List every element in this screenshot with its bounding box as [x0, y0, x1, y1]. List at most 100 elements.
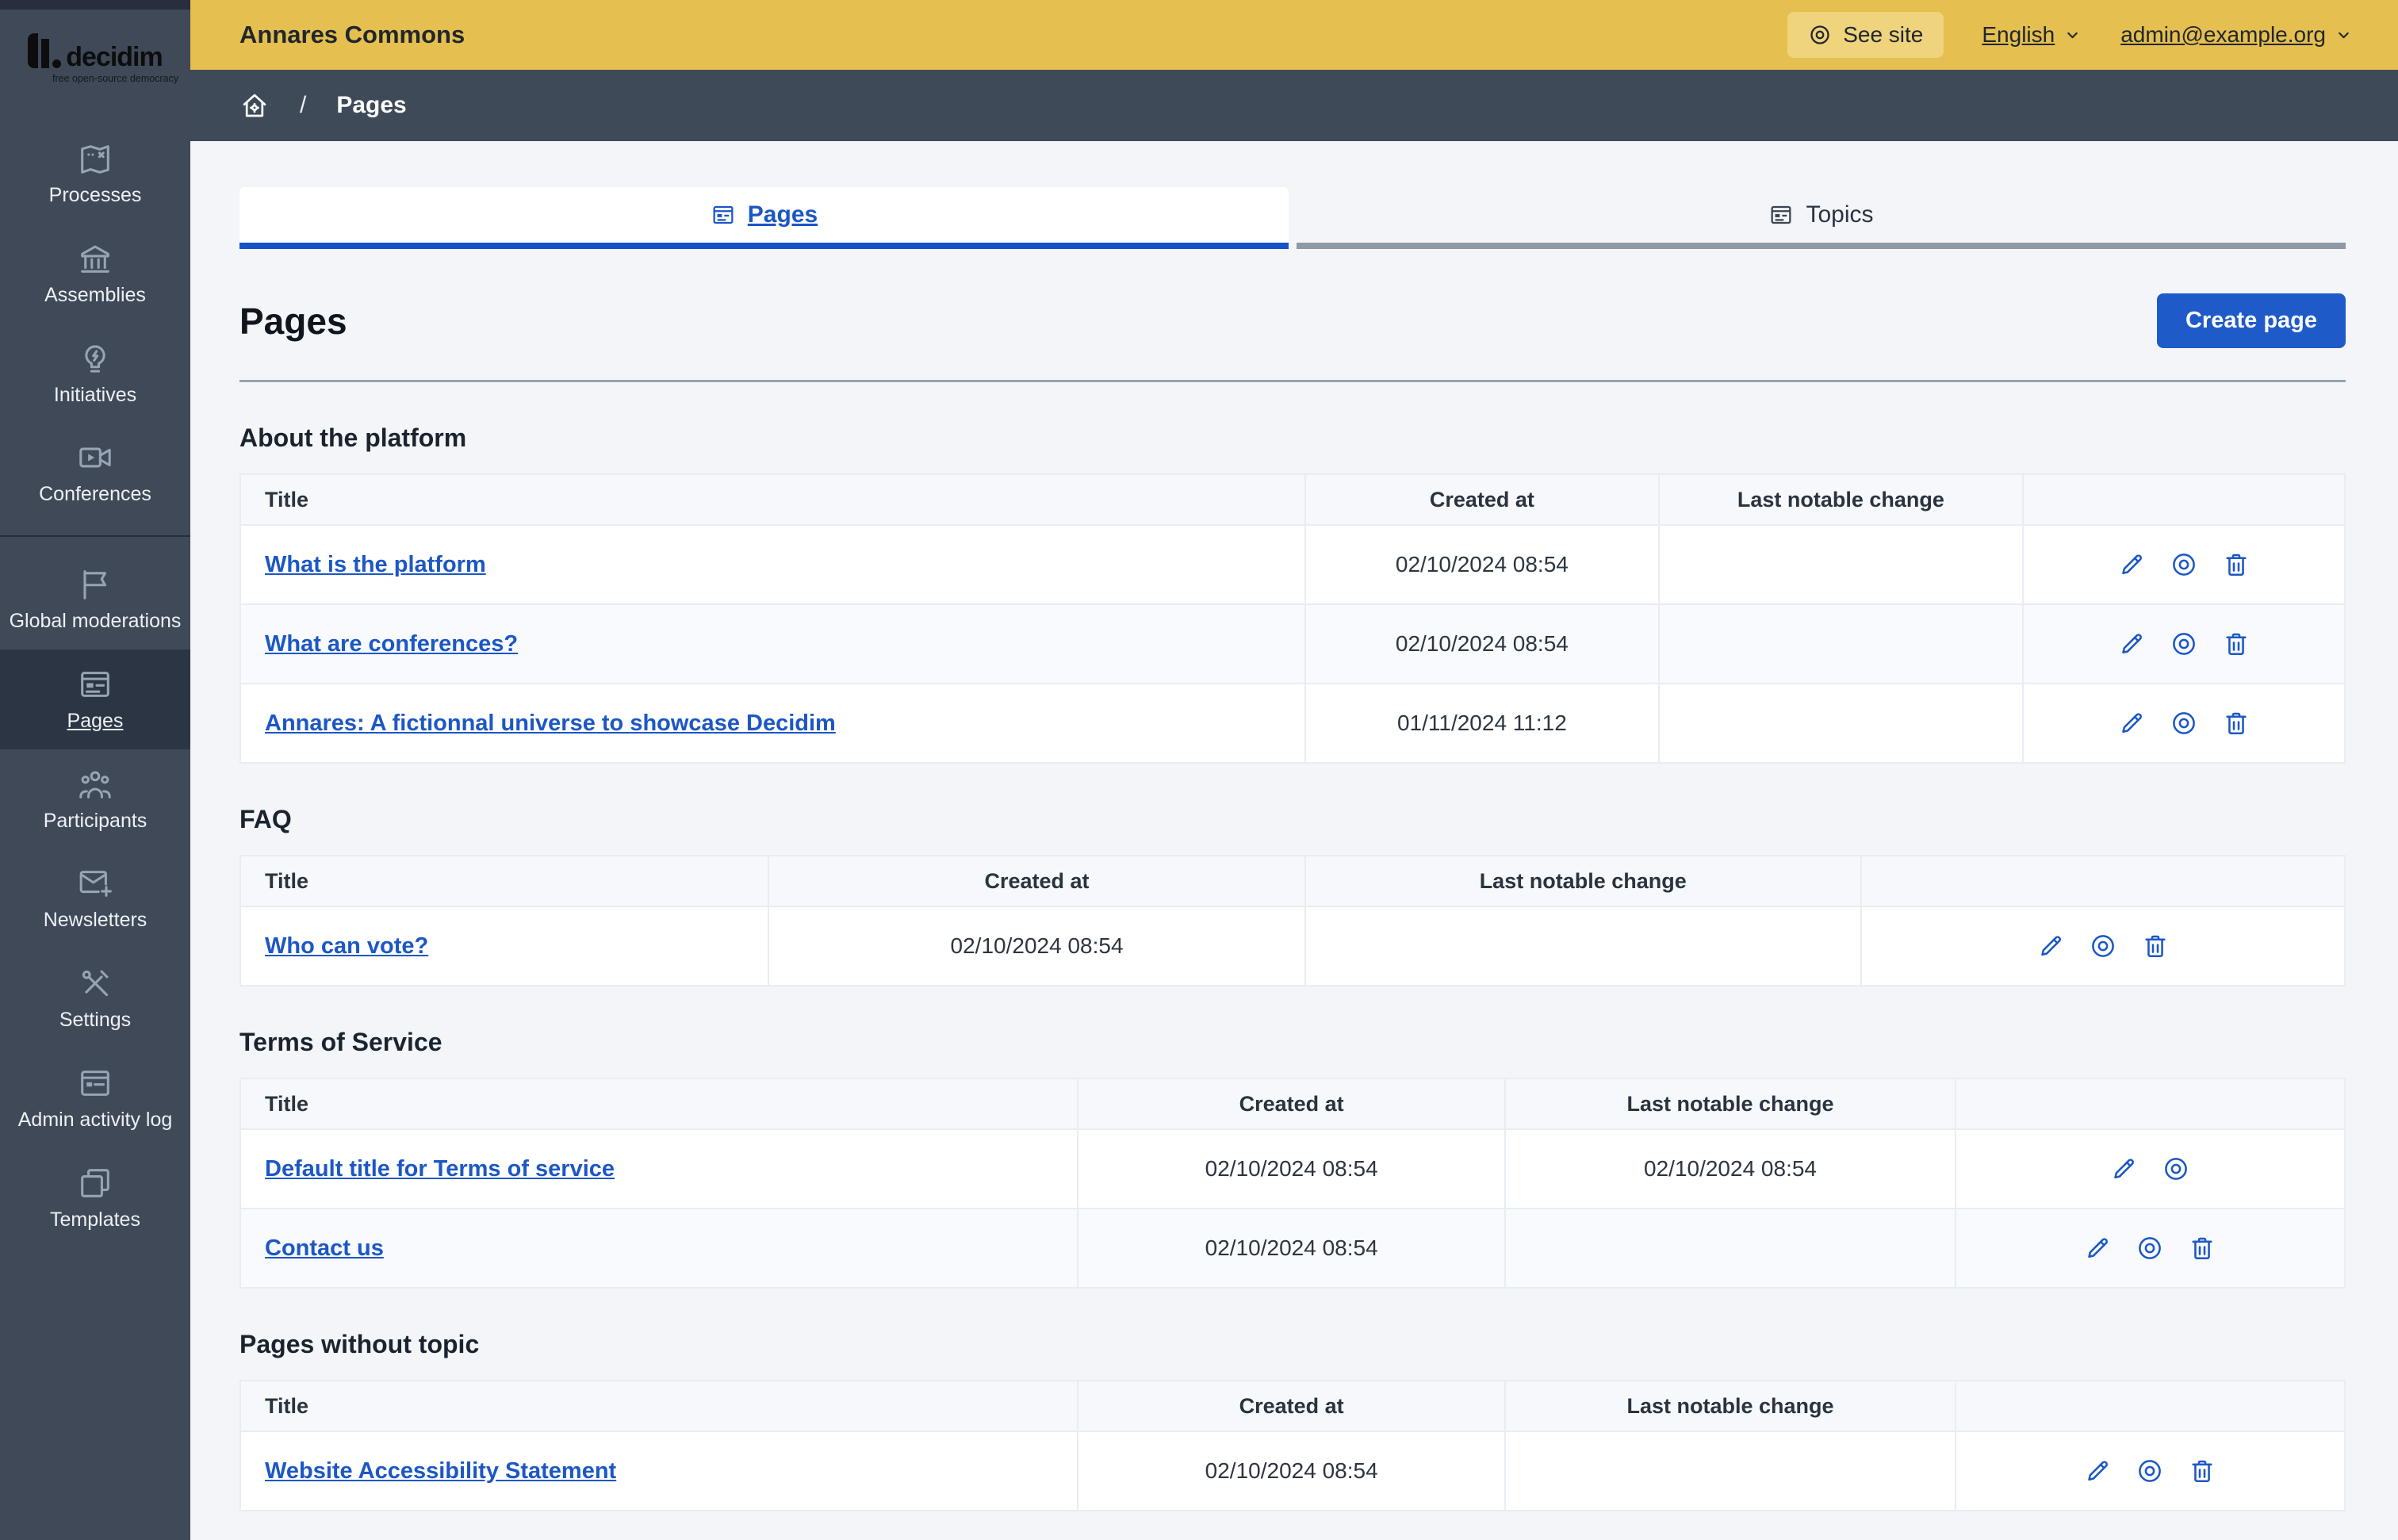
preview-icon-button[interactable] — [2162, 1155, 2190, 1183]
column-header: Created at — [768, 855, 1306, 907]
column-header: Title — [239, 473, 1306, 526]
sidebar-item-label: Global moderations — [9, 610, 182, 632]
page-title-link[interactable]: Annares: A fictionnal universe to showca… — [265, 711, 836, 736]
title-cell: Default title for Terms of service — [239, 1128, 1079, 1209]
preview-icon-button[interactable] — [2170, 709, 2198, 737]
sidebar-item-templates[interactable]: Templates — [0, 1148, 190, 1248]
delete-icon-button[interactable] — [2222, 709, 2251, 737]
pages-icon — [77, 666, 113, 703]
column-header-actions — [1860, 855, 2346, 907]
edit-icon-button[interactable] — [2083, 1457, 2112, 1485]
page-title-link[interactable]: What is the platform — [265, 552, 486, 577]
column-header-actions — [1954, 1380, 2346, 1432]
column-header: Created at — [1077, 1078, 1507, 1130]
tab-topics[interactable]: Topics — [1297, 187, 2346, 249]
decidim-brand: decidim — [66, 42, 163, 73]
decidim-logo-glyph-bar — [41, 39, 50, 68]
delete-icon-button[interactable] — [2141, 932, 2170, 960]
created-at-cell: 02/10/2024 08:54 — [1077, 1431, 1507, 1511]
edit-icon-button[interactable] — [2109, 1155, 2138, 1183]
table-row: Website Accessibility Statement 02/10/202… — [239, 1431, 2346, 1511]
divider — [239, 380, 2346, 382]
title-cell: Who can vote? — [239, 906, 770, 986]
user-email-label: admin@example.org — [2120, 22, 2326, 47]
topics-icon — [1768, 202, 1794, 228]
table-row: Contact us 02/10/2024 08:54 — [239, 1208, 2346, 1289]
page-title: Pages — [239, 300, 347, 342]
sidebar-item-newsletters[interactable]: Newsletters — [0, 849, 190, 948]
page-sections: About the platform Title Created at Last no… — [239, 423, 2346, 1511]
sidebar-item-label: Newsletters — [43, 909, 147, 932]
video-icon — [77, 439, 113, 476]
organization-name: Annares Commons — [239, 21, 465, 48]
created-at-cell: 02/10/2024 08:54 — [1077, 1128, 1507, 1209]
see-site-button[interactable]: See site — [1787, 12, 1944, 58]
created-at-cell: 01/11/2024 11:12 — [1304, 683, 1660, 764]
sidebar-item-label: Assemblies — [44, 283, 146, 306]
user-menu[interactable]: admin@example.org — [2120, 22, 2354, 48]
title-cell: Website Accessibility Statement — [239, 1431, 1079, 1511]
column-header: Last notable change — [1657, 473, 2024, 526]
title-cell: What are conferences? — [239, 603, 1306, 684]
created-at-cell: 02/10/2024 08:54 — [768, 906, 1306, 986]
page-title-link[interactable]: Contact us — [265, 1235, 384, 1261]
sidebar-item-pages[interactable]: Pages — [0, 649, 190, 749]
create-page-button[interactable]: Create page — [2156, 293, 2346, 348]
language-menu[interactable]: English — [1982, 22, 2082, 48]
last-change-cell — [1657, 524, 2024, 605]
edit-icon-button[interactable] — [2117, 550, 2146, 579]
edit-icon-button[interactable] — [2083, 1234, 2112, 1262]
actions-cell — [1954, 1208, 2346, 1289]
delete-icon-button[interactable] — [2188, 1457, 2216, 1485]
delete-icon-button[interactable] — [2188, 1234, 2216, 1262]
title-cell: Annares: A fictionnal universe to showca… — [239, 683, 1306, 764]
decidim-logo[interactable]: decidim free open-source democracy — [0, 10, 190, 103]
page-title-link[interactable]: Default title for Terms of service — [265, 1156, 615, 1182]
copy-icon — [77, 1165, 113, 1201]
column-header: Title — [239, 1380, 1079, 1432]
sidebar-item-global-moderations[interactable]: Global moderations — [0, 550, 190, 649]
delete-icon-button[interactable] — [2222, 550, 2251, 579]
table-row: What is the platform 02/10/2024 08:54 — [239, 524, 2346, 605]
sidebar-item-label: Pages — [67, 709, 124, 732]
preview-icon-button[interactable] — [2089, 932, 2117, 960]
table-row: Who can vote? 02/10/2024 08:54 — [239, 906, 2346, 986]
main-content: Pages Topics Pages Create page About the… — [190, 141, 2398, 1540]
tab-label: Topics — [1806, 201, 1874, 228]
edit-icon-button[interactable] — [2117, 709, 2146, 737]
home-icon[interactable] — [239, 90, 270, 121]
sidebar-item-conferences[interactable]: Conferences — [0, 423, 190, 523]
preview-icon-button[interactable] — [2170, 630, 2198, 658]
page-title-link[interactable]: What are conferences? — [265, 631, 518, 657]
window-icon — [77, 1065, 113, 1101]
column-header: Title — [239, 1078, 1079, 1130]
sidebar-item-settings[interactable]: Settings — [0, 948, 190, 1048]
lightbulb-icon — [77, 340, 113, 377]
map-icon — [77, 140, 113, 177]
preview-icon-button[interactable] — [2136, 1234, 2164, 1262]
tab-pages[interactable]: Pages — [239, 187, 1289, 249]
table-row: Annares: A fictionnal universe to showca… — [239, 683, 2346, 764]
delete-icon-button[interactable] — [2222, 630, 2251, 658]
sidebar-item-label: Conferences — [39, 483, 151, 506]
sidebar-item-initiatives[interactable]: Initiatives — [0, 324, 190, 423]
sidebar-item-label: Processes — [48, 184, 142, 206]
team-icon — [77, 766, 113, 803]
edit-icon-button[interactable] — [2036, 932, 2065, 960]
preview-icon-button[interactable] — [2136, 1457, 2164, 1485]
sidebar-item-participants[interactable]: Participants — [0, 749, 190, 849]
actions-cell — [2021, 683, 2346, 764]
edit-icon-button[interactable] — [2117, 630, 2146, 658]
title-cell: What is the platform — [239, 524, 1306, 605]
column-header-actions — [2021, 473, 2346, 526]
preview-icon-button[interactable] — [2170, 550, 2198, 579]
sidebar-item-processes[interactable]: Processes — [0, 124, 190, 224]
sidebar-item-admin-activity-log[interactable]: Admin activity log — [0, 1048, 190, 1148]
sidebar-item-assemblies[interactable]: Assemblies — [0, 224, 190, 324]
column-header: Last notable change — [1304, 855, 1862, 907]
chevron-down-icon — [2334, 25, 2354, 45]
page-title-link[interactable]: Website Accessibility Statement — [265, 1458, 616, 1484]
flag-icon — [77, 566, 113, 603]
title-cell: Contact us — [239, 1208, 1079, 1289]
page-title-link[interactable]: Who can vote? — [265, 933, 428, 959]
